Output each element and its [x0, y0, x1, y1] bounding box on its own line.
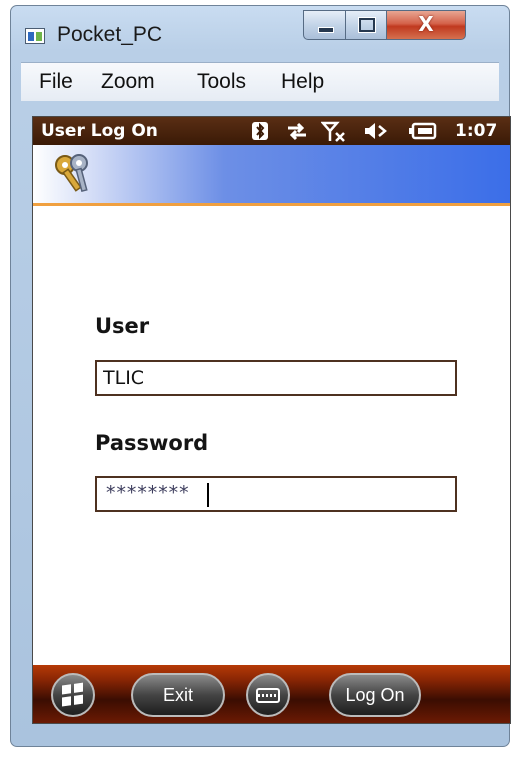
sync-icon [285, 121, 309, 146]
menu-bar: File Zoom Tools Help [21, 62, 499, 101]
exit-button[interactable]: Exit [131, 673, 225, 717]
log-on-button[interactable]: Log On [329, 673, 421, 717]
header-banner [33, 145, 510, 206]
soft-key-bar: Exit Log On [33, 665, 510, 723]
close-icon: X [418, 12, 434, 36]
password-field[interactable]: ******** [95, 476, 457, 512]
close-button[interactable]: X [386, 10, 466, 40]
start-button[interactable] [51, 673, 95, 717]
minimize-icon [318, 27, 334, 33]
windows-logo-icon [62, 682, 84, 707]
signal-off-icon [320, 121, 347, 148]
text-caret [207, 483, 209, 507]
title-bar[interactable]: Pocket_PC X [11, 6, 509, 62]
maximize-button[interactable] [345, 10, 387, 40]
minimize-button[interactable] [303, 10, 346, 40]
user-field[interactable] [95, 360, 457, 396]
password-label: Password [95, 431, 209, 455]
app-icon [25, 28, 45, 44]
window-title: Pocket_PC [57, 23, 163, 46]
volume-muted-icon [363, 121, 389, 146]
keyboard-icon [256, 687, 280, 703]
device-screen: User Log On 1:07 User TLIC Password ****… [32, 116, 511, 724]
menu-item-tools[interactable]: Tools [197, 70, 246, 94]
maximize-icon [358, 17, 376, 33]
keyboard-button[interactable] [246, 673, 290, 717]
bluetooth-icon [251, 121, 269, 146]
logon-form: User Password ******** [33, 206, 510, 676]
status-bar: User Log On 1:07 [33, 117, 510, 145]
keys-icon [55, 154, 88, 193]
password-value: ******** [105, 482, 190, 504]
menu-item-zoom[interactable]: Zoom [101, 70, 155, 94]
battery-icon [409, 121, 439, 146]
user-label: User [95, 314, 150, 338]
menu-item-file[interactable]: File [39, 70, 73, 94]
menu-item-help[interactable]: Help [281, 70, 324, 94]
app-window: Pocket_PC X File Zoom Tools Help User Lo… [10, 5, 511, 747]
status-time: 1:07 [455, 121, 498, 141]
status-title: User Log On [41, 121, 158, 141]
